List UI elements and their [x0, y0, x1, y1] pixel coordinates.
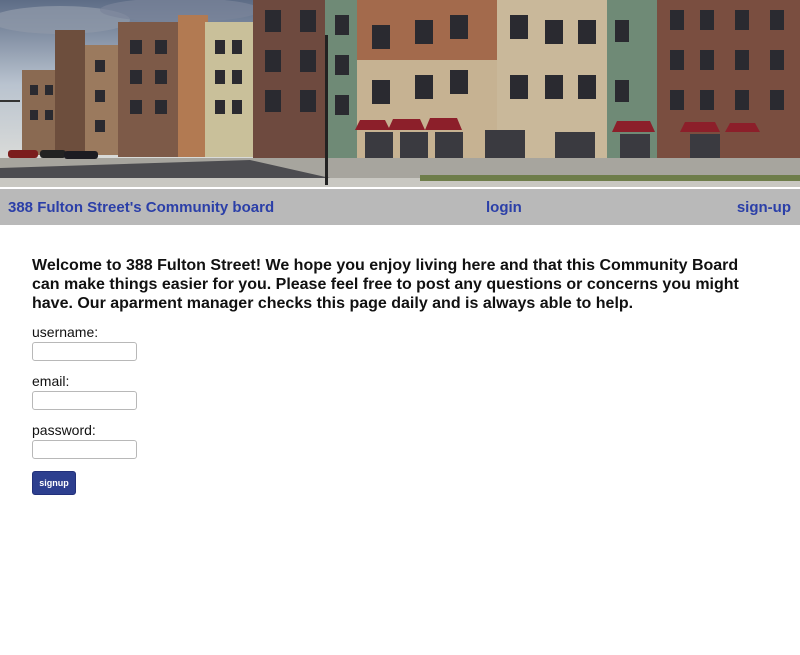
- email-field-group: email:: [32, 373, 137, 410]
- banner-image: [0, 0, 800, 187]
- email-input[interactable]: [32, 391, 137, 410]
- password-field-group: password:: [32, 422, 137, 459]
- password-label: password:: [32, 422, 96, 438]
- signup-button[interactable]: signup: [32, 471, 76, 495]
- nav-login-link[interactable]: login: [486, 199, 522, 217]
- username-field-group: username:: [32, 324, 137, 361]
- main-content: Welcome to 388 Fulton Street! We hope yo…: [32, 256, 752, 495]
- password-input[interactable]: [32, 440, 137, 459]
- welcome-message: Welcome to 388 Fulton Street! We hope yo…: [32, 257, 739, 312]
- nav-signup-link[interactable]: sign-up: [737, 199, 791, 217]
- nav-home-link[interactable]: 388 Fulton Street's Community board: [8, 199, 274, 217]
- username-input[interactable]: [32, 342, 137, 361]
- navbar: 388 Fulton Street's Community board logi…: [0, 189, 800, 225]
- email-label: email:: [32, 373, 70, 389]
- username-label: username:: [32, 324, 99, 340]
